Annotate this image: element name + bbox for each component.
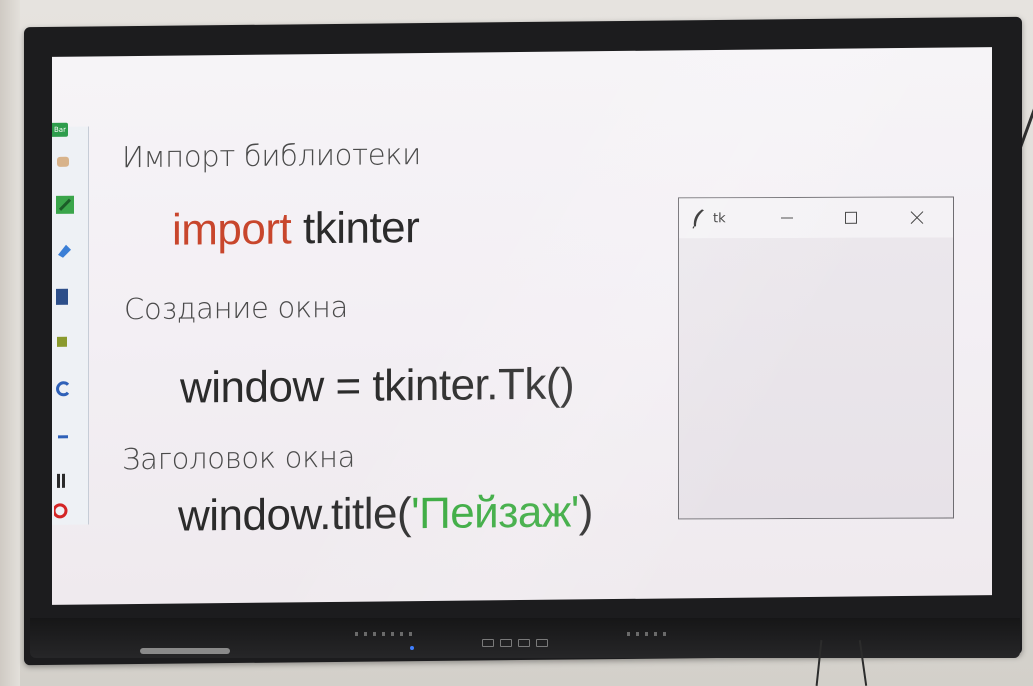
exit-icon[interactable] [54, 499, 84, 523]
code-title-line: window.title('Пейзаж') [178, 487, 593, 541]
code-module-name: tkinter [302, 203, 420, 254]
tk-window-title: tk [713, 210, 726, 226]
shapes-icon[interactable] [54, 331, 84, 355]
code-create-window: window = tkinter.Tk() [180, 359, 575, 413]
menu-icon[interactable] [54, 469, 84, 493]
minimize-icon[interactable] [775, 206, 799, 230]
port [482, 639, 494, 647]
tk-titlebar[interactable]: tk [679, 197, 953, 239]
front-ports [482, 639, 552, 649]
undo-icon[interactable] [54, 377, 84, 401]
save-icon[interactable] [54, 285, 84, 309]
toolbar-flag[interactable]: Bar [52, 122, 68, 137]
redo-icon[interactable] [54, 423, 84, 447]
pen-tray [140, 648, 230, 654]
slide-screen: Bar Импорт библиотеки import tkinter Соз… [52, 47, 992, 605]
heading-import: Импорт библиотеки [122, 137, 421, 175]
tk-window-body [679, 237, 953, 519]
maximize-icon[interactable] [839, 206, 863, 230]
eraser-icon[interactable] [54, 239, 84, 263]
code-title-string: 'Пейзаж' [411, 487, 579, 539]
code-import-line: import tkinter [172, 203, 419, 256]
speaker-grille [355, 632, 415, 636]
pen-icon[interactable] [54, 193, 84, 217]
hand-icon[interactable] [54, 149, 84, 173]
port [518, 639, 530, 647]
heading-window-title: Заголовок окна [122, 439, 356, 477]
heading-create-window: Создание окна [124, 289, 348, 327]
wall-edge [0, 0, 20, 686]
port [500, 639, 512, 647]
port [536, 639, 548, 647]
power-led [410, 646, 414, 650]
tk-window-demo: tk [678, 196, 954, 520]
speaker-grille [627, 632, 672, 636]
close-icon[interactable] [905, 206, 929, 230]
code-title-prefix: window.title( [178, 489, 412, 541]
feather-icon [689, 207, 707, 229]
code-keyword-import: import [172, 204, 292, 255]
code-title-suffix: ) [578, 487, 593, 537]
whiteboard-toolbar: Bar [52, 122, 89, 525]
